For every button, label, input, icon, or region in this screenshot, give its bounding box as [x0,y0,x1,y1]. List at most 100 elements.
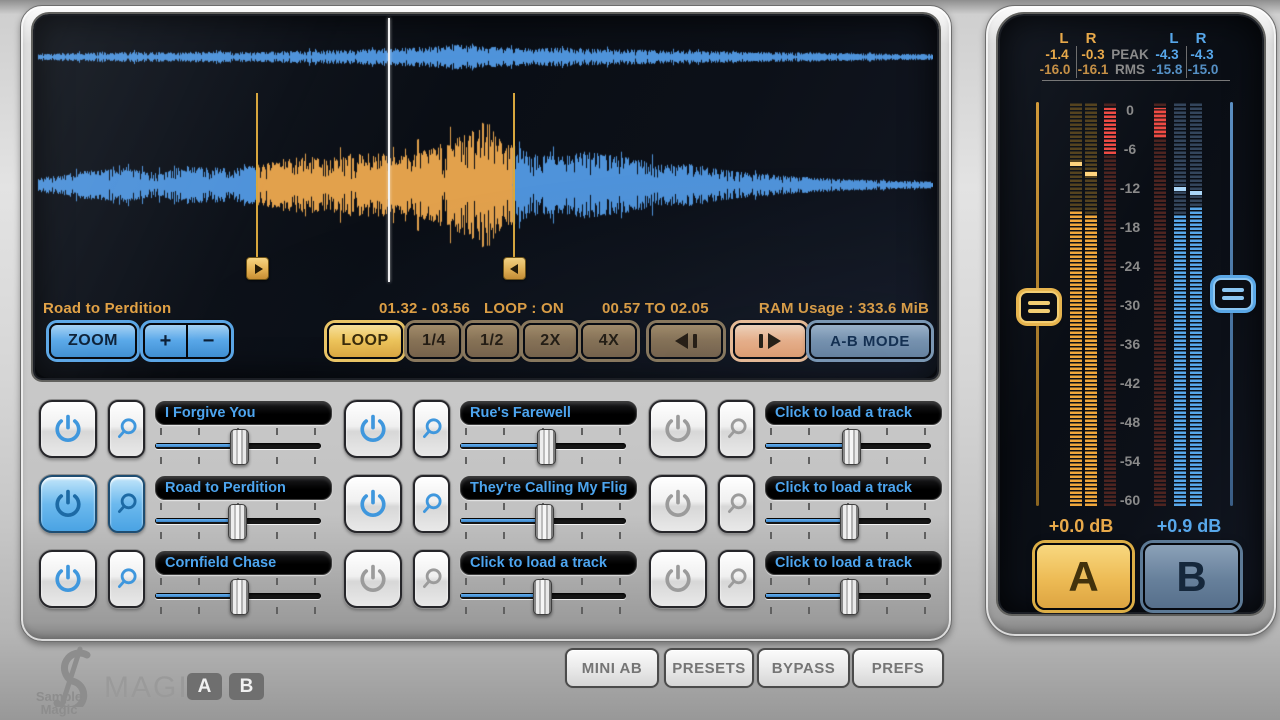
track-solo-magnifier-button[interactable] [413,400,450,458]
slider-tick [769,578,772,585]
track-power-button[interactable] [344,400,402,458]
track-solo-magnifier-button[interactable] [108,550,145,608]
track-name-display[interactable]: Click to load a track [765,551,942,575]
loop-start-handle-icon[interactable] [246,257,269,280]
track-solo-magnifier-button[interactable] [108,475,145,533]
db-scale-tick: 0 [1126,102,1134,118]
meter-column-a_peak [1104,102,1116,506]
zoom-out-button[interactable]: − [188,325,229,357]
slider-tick [159,578,162,585]
track-power-button[interactable] [344,550,402,608]
slider-tick [619,607,622,614]
slider-tick [198,457,201,464]
gain-b-readout: +0.9 dB [1156,516,1222,536]
mini-ab-button[interactable]: MINI AB [565,648,659,688]
previous-track-button[interactable] [649,323,723,359]
track-volume-slider[interactable] [155,578,321,615]
zoom-button[interactable]: ZOOM [49,323,137,359]
prefs-button[interactable]: PREFS [852,648,944,688]
track-solo-magnifier-button[interactable] [413,475,450,533]
track-volume-slider[interactable] [460,503,626,540]
presets-button[interactable]: PRESETS [664,648,754,688]
speed-half-button[interactable]: 1/2 [465,323,519,359]
slider-tick [503,428,506,435]
track-solo-magnifier-button[interactable] [413,550,450,608]
ab-mode-button[interactable]: A-B MODE [809,323,931,359]
track-solo-magnifier-button[interactable] [108,400,145,458]
slider-handle[interactable] [230,579,249,615]
track-name-display[interactable]: They're Calling My Flig [460,476,637,500]
slider-tick [924,428,927,435]
speed-quarter-button[interactable]: 1/4 [407,323,461,359]
bypass-button[interactable]: BYPASS [757,648,850,688]
slider-fill [766,519,849,522]
track-power-button[interactable] [39,475,97,533]
slider-tick [464,457,467,464]
track-name-display[interactable]: Rue's Farewell [460,401,637,425]
speed-4x-button[interactable]: 4X [581,323,637,359]
current-track-title: Road to Perdition [43,300,172,317]
fader-b-handle[interactable] [1213,278,1253,310]
track-volume-slider[interactable] [155,503,321,540]
track-name-display[interactable]: Click to load a track [765,401,942,425]
slider-tick [808,532,811,539]
slider-handle[interactable] [841,429,861,465]
track-name-display[interactable]: Road to Perdition [155,476,332,500]
peak-b-right: -4.3 [1190,47,1214,62]
slider-tick [276,503,279,510]
slider-handle[interactable] [228,504,248,540]
track-power-button[interactable] [39,400,97,458]
zoom-in-button[interactable]: + [145,325,186,357]
slider-tick [198,578,201,585]
waveform-canvas[interactable] [35,16,933,374]
meter-header-divider [1076,46,1077,78]
meter-header-divider [1186,46,1187,78]
track-name-display[interactable]: I Forgive You [155,401,332,425]
track-solo-magnifier-button[interactable] [718,400,755,458]
loop-toggle-button[interactable]: LOOP [327,323,403,359]
playhead[interactable] [388,18,390,282]
slider-handle[interactable] [230,429,249,465]
track-power-button[interactable] [39,550,97,608]
loop-start-marker[interactable] [246,93,269,280]
track-power-button[interactable] [649,550,707,608]
track-volume-slider[interactable] [765,578,931,615]
slider-tick [581,503,584,510]
select-a-button[interactable]: A [1035,543,1132,610]
slider-tick [769,607,772,614]
track-volume-slider[interactable] [765,428,931,465]
slider-tick [503,578,506,585]
select-b-button[interactable]: B [1143,543,1240,610]
track-name-display[interactable]: Click to load a track [460,551,637,575]
skip-back-bar-icon [693,334,697,348]
loop-end-marker[interactable] [503,93,526,280]
track-slot: Rue's Farewell [344,400,637,465]
track-power-button[interactable] [649,475,707,533]
loop-end-handle-icon[interactable] [503,257,526,280]
track-volume-slider[interactable] [155,428,321,465]
speed-2x-button[interactable]: 2X [523,323,578,359]
track-volume-slider[interactable] [765,503,931,540]
track-solo-magnifier-button[interactable] [718,475,755,533]
slider-handle[interactable] [536,429,556,465]
slider-handle[interactable] [840,579,859,615]
db-scale-tick: -36 [1119,336,1141,352]
slider-handle[interactable] [535,504,554,540]
slider-tick [886,457,889,464]
slider-tick [581,532,584,539]
slider-tick [276,428,279,435]
track-power-button[interactable] [649,400,707,458]
track-solo-magnifier-button[interactable] [718,550,755,608]
fader-a-handle[interactable] [1019,291,1059,323]
slider-fill [766,594,849,597]
track-name-display[interactable]: Click to load a track [765,476,942,500]
next-track-button[interactable] [733,323,807,359]
track-volume-slider[interactable] [460,428,626,465]
slider-fill [461,594,543,597]
track-volume-slider[interactable] [460,578,626,615]
track-power-button[interactable] [344,475,402,533]
waveform-display: Road to Perdition 01.32 - 03.56 LOOP : O… [33,14,939,380]
track-name-display[interactable]: Cornfield Chase [155,551,332,575]
slider-handle[interactable] [840,504,859,540]
slider-handle[interactable] [533,579,553,615]
